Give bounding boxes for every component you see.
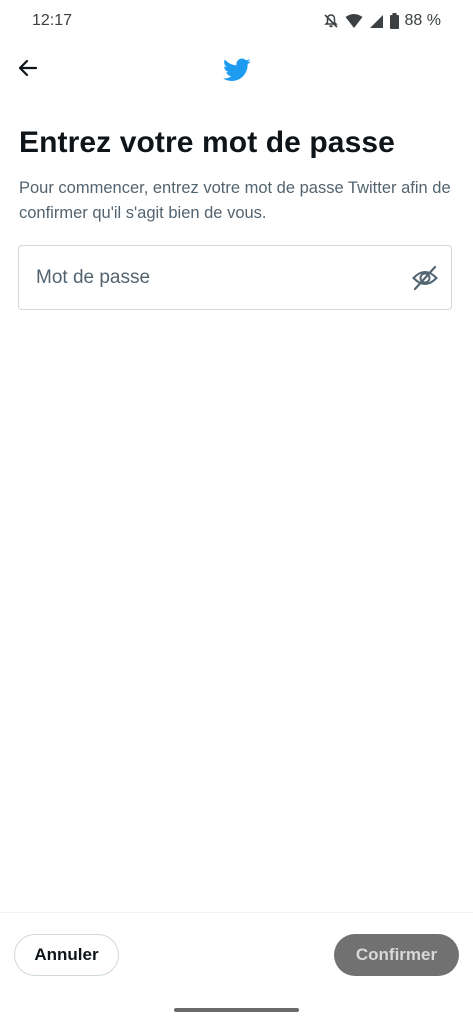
battery-icon bbox=[389, 13, 399, 29]
password-field bbox=[18, 245, 452, 310]
bottom-divider bbox=[0, 912, 473, 913]
wifi-icon bbox=[345, 13, 363, 29]
notifications-off-icon bbox=[323, 13, 339, 29]
battery-percent: 88 % bbox=[404, 12, 441, 29]
password-input[interactable] bbox=[36, 246, 396, 309]
arrow-left-icon bbox=[16, 56, 40, 85]
home-indicator[interactable] bbox=[174, 1008, 299, 1012]
cellular-signal-icon bbox=[369, 14, 384, 29]
status-time: 12:17 bbox=[32, 12, 73, 29]
cancel-button[interactable]: Annuler bbox=[14, 934, 119, 976]
show-password-toggle[interactable] bbox=[411, 264, 439, 292]
eye-off-icon bbox=[411, 265, 439, 296]
status-bar: 12:17 88 % bbox=[0, 0, 473, 42]
page-subtitle: Pour commencer, entrez votre mot de pass… bbox=[19, 179, 451, 222]
twitter-bird-icon bbox=[223, 58, 251, 82]
page-title: Entrez votre mot de passe bbox=[19, 126, 395, 159]
status-icons: 88 % bbox=[323, 11, 441, 31]
back-button[interactable] bbox=[12, 54, 44, 86]
password-confirm-screen: 12:17 88 % Entrez votre mot de passe Pou… bbox=[0, 0, 473, 1024]
confirm-button[interactable]: Confirmer bbox=[334, 934, 459, 976]
